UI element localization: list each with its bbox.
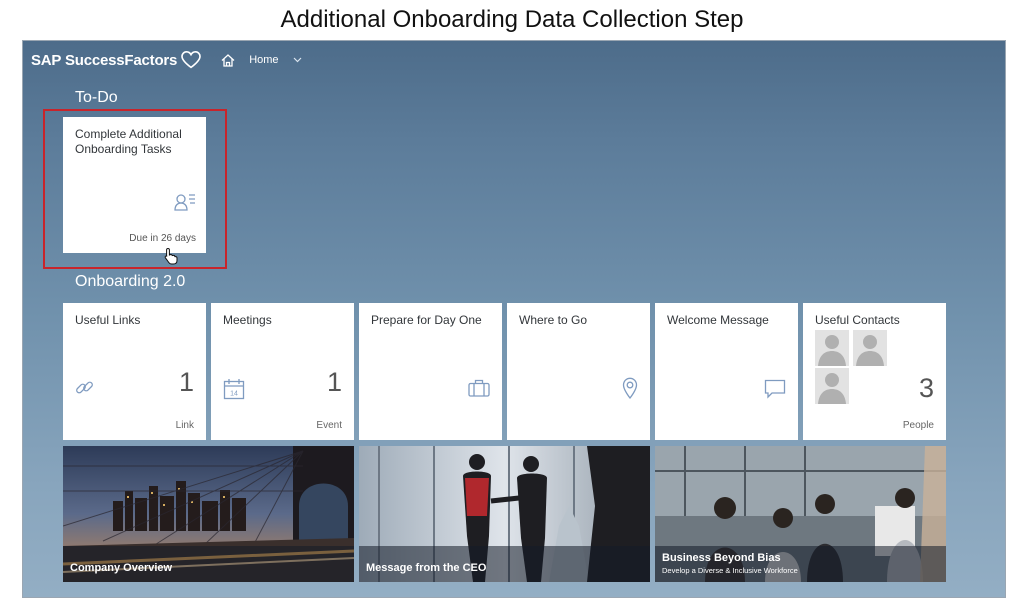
product-name: SAP SuccessFactors — [31, 51, 178, 69]
media-caption: Company Overview — [70, 562, 173, 574]
nav-home-label[interactable]: Home — [249, 54, 278, 66]
tile-meetings[interactable]: Meetings 14 1 Event — [211, 303, 354, 440]
mouse-cursor-icon — [164, 247, 178, 265]
tile-welcome-message[interactable]: Welcome Message — [655, 303, 798, 440]
calendar-icon: 14 — [223, 379, 245, 400]
tile-title: Useful Contacts — [815, 313, 900, 327]
tile-count: 1 — [178, 367, 194, 397]
tile-unit: Link — [175, 420, 194, 431]
person-list-icon — [174, 194, 195, 211]
tile-title: Useful Links — [75, 313, 141, 327]
home-icon[interactable] — [221, 53, 235, 67]
tile-count: 1 — [326, 367, 342, 397]
media-caption: Business Beyond Bias — [662, 552, 781, 564]
location-pin-icon — [622, 377, 638, 399]
successfactors-home: SAP SuccessFactors Home To-Do Complete A… — [22, 40, 1006, 598]
tile-title: Where to Go — [519, 313, 588, 327]
product-logo[interactable]: SAP SuccessFactors — [31, 51, 202, 69]
calendar-day-text: 14 — [230, 391, 238, 398]
todo-section-title: To-Do — [75, 89, 118, 106]
heart-icon — [181, 51, 202, 69]
slide-title: Additional Onboarding Data Collection St… — [280, 6, 744, 33]
tile-title: Meetings — [223, 313, 272, 327]
onboarding-section-title: Onboarding 2.0 — [75, 273, 186, 290]
tile-title: Prepare for Day One — [371, 313, 482, 327]
message-icon — [764, 379, 786, 399]
media-tile-company-overview[interactable]: Company Overview — [63, 446, 354, 582]
avatar-icon — [815, 330, 849, 366]
briefcase-icon — [468, 379, 490, 397]
media-tile-ceo-message[interactable]: Message from the CEO — [359, 446, 650, 582]
media-subcaption: Develop a Diverse & Inclusive Workforce — [662, 566, 798, 575]
todo-due-date: Due in 26 days — [129, 233, 196, 244]
link-icon — [76, 381, 93, 394]
todo-tile[interactable]: Complete Additional Onboarding Tasks Due… — [63, 117, 206, 265]
media-caption: Message from the CEO — [366, 562, 487, 574]
shell-bar: SAP SuccessFactors Home — [23, 41, 1005, 79]
tile-unit: Event — [316, 420, 342, 431]
tile-prepare-day-one[interactable]: Prepare for Day One — [359, 303, 502, 440]
tile-title: Welcome Message — [667, 313, 769, 327]
chevron-down-icon[interactable] — [293, 57, 302, 63]
tile-useful-links[interactable]: Useful Links 1 Link — [63, 303, 206, 440]
avatar-icon — [853, 330, 887, 366]
tile-useful-contacts[interactable]: Useful Contacts 3 People — [803, 303, 946, 440]
tile-unit: People — [902, 420, 934, 431]
tile-where-to-go[interactable]: Where to Go — [507, 303, 650, 440]
avatar-icon — [815, 368, 849, 404]
todo-tile-title: Complete Additional Onboarding Tasks — [75, 127, 182, 156]
media-tile-business-beyond-bias[interactable]: Business Beyond Bias Develop a Diverse &… — [655, 446, 946, 582]
tile-count: 3 — [918, 373, 934, 403]
